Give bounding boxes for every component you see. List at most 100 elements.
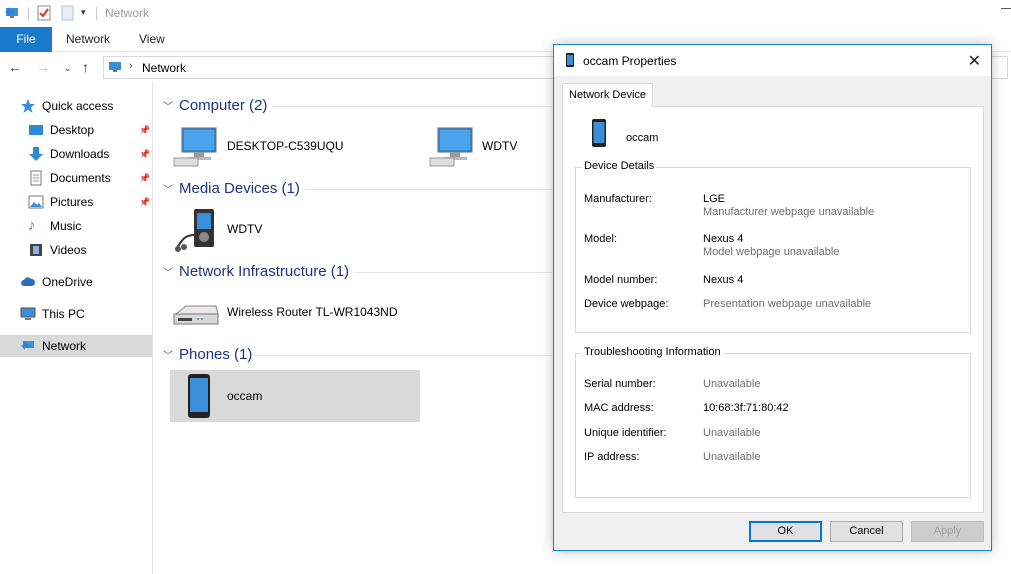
sidebar-item-label: Music [50,219,82,233]
model-number-label: Model number: [584,274,658,286]
group-title: Network Infrastructure (1) [179,263,350,280]
sidebar-item-label: This PC [42,307,85,321]
music-note-icon: ♪ [28,217,36,234]
ip-address-value: Unavailable [703,451,761,463]
sidebar-item-label: Videos [50,243,87,257]
group-title: Computer (2) [179,97,268,114]
group-divider [355,272,552,273]
dialog-title-bar[interactable]: occam Properties ✕ [554,45,991,76]
address-path: Network [142,61,187,75]
model-webpage: Model webpage unavailable [703,246,840,258]
apply-button[interactable]: Apply [911,521,984,542]
group-divider [272,106,552,107]
collapse-chevron-icon[interactable]: ﹀ [163,264,173,279]
up-arrow-icon[interactable]: ↑ [82,59,89,75]
sidebar-item-videos[interactable]: Videos [28,239,153,261]
device-webpage-value: Presentation webpage unavailable [703,298,872,310]
model-number-value: Nexus 4 [703,274,744,286]
back-arrow-icon[interactable]: ← [8,59,22,75]
minimize-button[interactable] [1001,8,1011,9]
tab-network[interactable]: Network [66,27,110,52]
ip-address-label: IP address: [584,451,640,463]
dialog-title: occam Properties [583,54,677,68]
sidebar-item-documents[interactable]: Documents [28,167,153,189]
properties-dialog: occam Properties ✕ Network Device occam … [553,44,992,551]
new-folder-icon[interactable] [61,5,74,21]
sidebar-item-desktop[interactable]: Desktop [28,119,153,141]
list-item[interactable]: WDTV [428,120,553,172]
collapse-chevron-icon[interactable]: ﹀ [163,98,173,113]
sidebar-item-pictures[interactable]: Pictures [28,191,153,213]
sidebar-item-label: Desktop [50,123,95,137]
group-title: Media Devices (1) [179,180,300,197]
router-icon [173,305,219,325]
film-icon [28,242,44,258]
list-item-selected[interactable]: occam [170,370,420,422]
properties-icon[interactable] [37,5,51,21]
sidebar-item-label: Network [42,339,87,353]
collapse-chevron-icon[interactable]: ﹀ [163,181,173,196]
sidebar-item-label: Downloads [50,147,110,161]
unique-identifier-value: Unavailable [703,427,761,439]
list-item[interactable]: Wireless Router TL-WR1043ND [172,286,422,338]
title-separator-2 [96,7,97,20]
sidebar-item-onedrive[interactable]: OneDrive [20,271,153,293]
serial-number-label: Serial number: [584,378,656,390]
troubleshooting-group: Troubleshooting Information Serial numbe… [575,346,971,498]
recent-locations-icon[interactable]: ⌄ [64,63,72,74]
cloud-icon [20,274,36,290]
tab-network-device[interactable]: Network Device [562,83,654,107]
ok-button[interactable]: OK [749,521,822,542]
mac-address-value: 10:68:3f:71:80:42 [703,402,789,414]
star-icon [20,98,36,114]
mac-address-label: MAC address: [584,402,654,414]
model-label: Model: [584,233,618,245]
tab-file[interactable]: File [0,27,52,52]
sidebar-item-label: Pictures [50,195,94,209]
group-header-network-infrastructure[interactable]: ﹀ Network Infrastructure (1) [163,263,349,280]
list-item[interactable]: WDTV [172,203,422,255]
sidebar-item-label: Documents [50,171,111,185]
group-header-phones[interactable]: ﹀ Phones (1) [163,346,252,363]
manufacturer-webpage: Manufacturer webpage unavailable [703,206,875,218]
group-divider [305,189,552,190]
collapse-chevron-icon[interactable]: ﹀ [163,347,173,362]
title-bar: ▾ Network [0,0,1011,27]
sidebar-item-this-pc[interactable]: This PC [20,303,153,325]
network-location-icon [109,62,121,72]
cancel-button[interactable]: Cancel [830,521,903,542]
group-title: Phones (1) [179,346,253,363]
device-webpage-label: Device webpage: [584,298,669,310]
phone-icon [592,119,606,147]
desktop-icon [28,122,44,138]
sidebar-item-music[interactable]: ♪ Music [28,215,153,237]
tab-view[interactable]: View [139,27,165,52]
sidebar-item-quick-access[interactable]: Quick access [20,95,153,117]
manufacturer-value: LGE [703,193,726,205]
desktop-computer-icon [173,127,217,167]
document-icon [28,170,44,186]
sidebar-item-downloads[interactable]: Downloads [28,143,153,165]
pin-icon: 📌 [139,149,151,159]
download-arrow-icon [28,146,44,162]
item-label: occam [227,389,263,403]
item-label: Wireless Router TL-WR1043ND [227,305,398,319]
manufacturer-label: Manufacturer: [584,193,652,205]
computer-icon [20,306,36,322]
customize-toolbar-icon[interactable]: ▾ [81,7,86,18]
list-item[interactable]: DESKTOP-C539UQU [172,120,422,172]
media-player-icon [175,209,214,252]
item-label: WDTV [482,139,518,153]
breadcrumb-chevron-icon[interactable]: › [129,60,133,72]
network-app-icon [5,7,18,18]
group-legend: Device Details [582,160,657,172]
sidebar-item-network[interactable]: Network [0,335,152,357]
group-header-media-devices[interactable]: ﹀ Media Devices (1) [163,180,300,197]
forward-arrow-icon[interactable]: → [36,59,50,75]
group-header-computer[interactable]: ﹀ Computer (2) [163,97,267,114]
navigation-pane: Quick access Desktop 📌 Downloads 📌 Docum… [0,82,153,574]
unique-identifier-label: Unique identifier: [584,427,667,439]
network-icon [20,338,36,354]
close-icon[interactable]: ✕ [968,51,981,71]
pin-icon: 📌 [139,173,151,183]
